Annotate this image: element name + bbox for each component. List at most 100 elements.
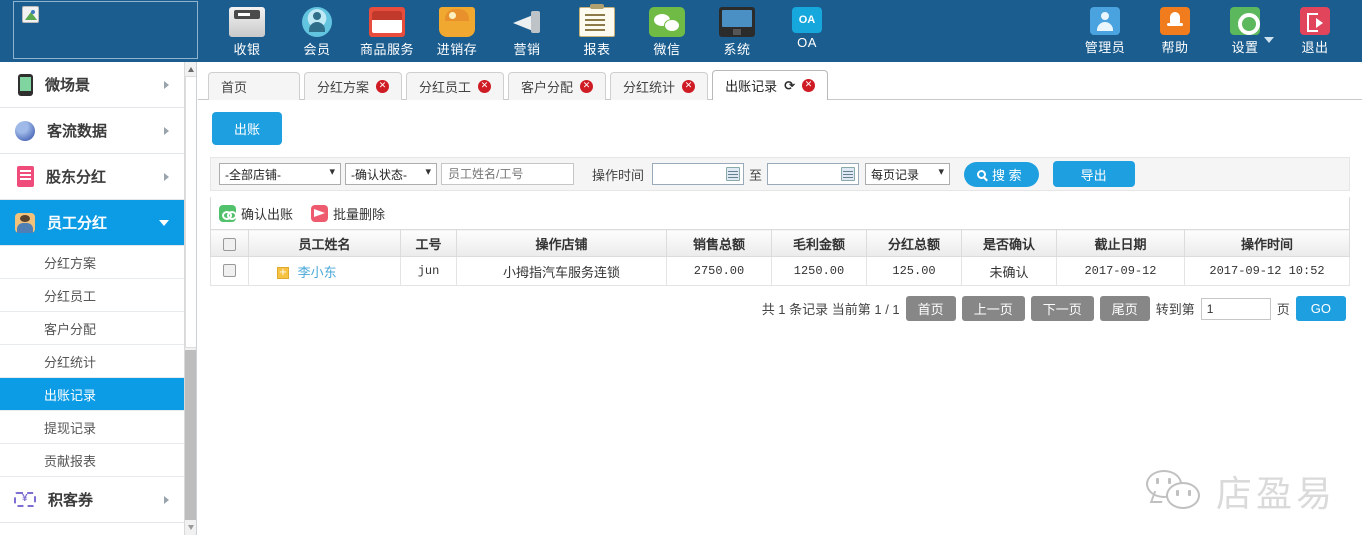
tab-dividend-employee[interactable]: 分红员工 ✕ [406, 72, 505, 100]
date-to-input[interactable] [767, 163, 860, 185]
sidebar-subitem-payout-record[interactable]: 出账记录 [0, 378, 185, 411]
tab-label-dividend-plan: 分红方案 [317, 80, 370, 95]
nav-item-report[interactable]: 报表 [562, 4, 632, 58]
tab-dividend-statistics[interactable]: 分红统计 ✕ [610, 72, 709, 100]
sidebar-sublabel-dividend-statistics: 分红统计 [44, 354, 97, 370]
sidebar-scrollbar[interactable] [184, 62, 196, 535]
sidebar-subitem-dividend-plan[interactable]: 分红方案 [0, 246, 185, 279]
scroll-up-icon[interactable] [185, 62, 196, 76]
nav-label-member: 会员 [303, 42, 331, 57]
confirm-status-select[interactable]: -确认状态- [345, 163, 437, 185]
sidebar-label-micro-scene: 微场景 [45, 77, 91, 94]
nav-item-settings[interactable]: 设置 [1210, 4, 1280, 56]
shop-select[interactable]: -全部店铺- [219, 163, 341, 185]
admin-user-icon [1090, 7, 1120, 35]
nav-label-marketing: 营销 [513, 42, 541, 57]
wechat-dot [1175, 490, 1179, 496]
expand-row-icon[interactable]: + [277, 267, 289, 280]
operation-time-label: 操作时间 [592, 167, 645, 183]
export-button[interactable]: 导出 [1052, 161, 1135, 187]
cell-confirmed: 未确认 [961, 256, 1057, 286]
page-size-select[interactable]: 每页记录 [865, 163, 951, 185]
sidebar-sublabel-payout-record: 出账记录 [44, 387, 97, 403]
tab-dividend-plan[interactable]: 分红方案 ✕ [304, 72, 403, 100]
scrollbar-thumb-upper[interactable] [185, 76, 196, 348]
sidebar-label-coupon: 积客券 [48, 492, 94, 509]
close-icon[interactable]: ✕ [682, 80, 696, 93]
col-gross-profit: 毛利金额 [771, 229, 867, 257]
filter-bar: -全部店铺- -确认状态- 操作时间 至 每页记录 搜 索 [210, 157, 1350, 191]
prev-page-button[interactable]: 上一页 [961, 296, 1025, 321]
last-page-button[interactable]: 尾页 [1099, 296, 1150, 321]
nav-item-system[interactable]: 系统 [702, 4, 772, 58]
nav-item-oa[interactable]: OA OA [772, 4, 842, 50]
sidebar-subitem-contribution-report[interactable]: 贡献报表 [0, 444, 185, 477]
nav-item-member[interactable]: 会员 [282, 4, 352, 58]
wechat-bubble-front [1165, 482, 1200, 509]
select-all-checkbox[interactable] [223, 237, 236, 251]
sidebar-item-micro-scene[interactable]: 微场景 [0, 62, 185, 108]
date-from-input[interactable] [652, 163, 745, 185]
chevron-down-icon[interactable] [1264, 37, 1274, 43]
next-page-button[interactable]: 下一页 [1030, 296, 1094, 321]
nav-item-marketing[interactable]: 营销 [492, 4, 562, 58]
nav-item-logout[interactable]: 退出 [1280, 4, 1350, 56]
tab-label-payout-record: 出账记录 [725, 79, 778, 94]
nav-item-help[interactable]: 帮助 [1140, 4, 1210, 56]
phone-icon [18, 73, 33, 96]
cell-employee-name: + 李小东 [248, 256, 401, 286]
top-navigation-bar: 收银 会员 商品服务 进销存 营销 报表 微信 系统 OA OA 管理员 帮助 … [0, 0, 1362, 62]
nav-item-inventory[interactable]: 进销存 [422, 4, 492, 58]
table-body: + 李小东 jun 小拇指汽车服务连锁 2750.00 1250.00 125.… [210, 256, 1350, 286]
tab-label-dividend-employee: 分红员工 [419, 80, 472, 95]
col-dividend-total: 分红总额 [866, 229, 962, 257]
watermark-text: 店盈易 [1215, 473, 1336, 514]
col-shop: 操作店铺 [456, 229, 667, 257]
close-icon[interactable]: ✕ [376, 80, 390, 93]
employee-name-link[interactable]: 李小东 [298, 265, 337, 280]
page-number-input[interactable] [1200, 297, 1271, 320]
main-content: 出账 -全部店铺- -确认状态- 操作时间 至 每页记录 [198, 100, 1362, 535]
tab-home[interactable]: 首页 [208, 72, 300, 100]
sidebar-scroll-area: 微场景 客流数据 股东分红 员工分红 分红方案 分红员工 客户分配 分红统计 出… [0, 62, 185, 523]
scroll-down-icon[interactable] [185, 521, 196, 535]
go-button[interactable]: GO [1295, 296, 1346, 321]
sidebar-item-coupon[interactable]: 积客券 [0, 477, 185, 523]
sidebar-label-employee-dividend: 员工分红 [47, 215, 108, 232]
close-icon[interactable]: ✕ [801, 79, 815, 92]
row-select-cell [210, 256, 249, 286]
chevron-right-icon [164, 172, 169, 181]
confirm-payout-action[interactable]: 确认出账 [219, 204, 293, 223]
close-icon[interactable]: ✕ [478, 80, 492, 93]
tab-payout-record[interactable]: 出账记录 ⟳ ✕ [712, 70, 828, 100]
sidebar-subitem-dividend-statistics[interactable]: 分红统计 [0, 345, 185, 378]
nav-item-admin[interactable]: 管理员 [1070, 4, 1140, 56]
refresh-icon[interactable]: ⟳ [784, 78, 795, 94]
employee-name-input[interactable] [441, 163, 574, 185]
sidebar-item-shareholder-dividend[interactable]: 股东分红 [0, 154, 185, 200]
scrollbar-thumb[interactable] [185, 350, 196, 520]
nav-label-goods-service: 商品服务 [359, 42, 414, 57]
tab-customer-allocation[interactable]: 客户分配 ✕ [508, 72, 607, 100]
nav-item-goods-service[interactable]: 商品服务 [352, 4, 422, 58]
payout-record-table: 员工姓名 工号 操作店铺 销售总额 毛利金额 分红总额 是否确认 截止日期 操作… [210, 229, 1350, 286]
sidebar-item-employee-dividend[interactable]: 员工分红 [0, 200, 185, 246]
batch-delete-action[interactable]: 批量删除 [311, 204, 385, 223]
wechat-dot [1155, 478, 1159, 484]
nav-item-wechat[interactable]: 微信 [632, 4, 702, 58]
sidebar-subitem-dividend-employee[interactable]: 分红员工 [0, 279, 185, 312]
payout-button[interactable]: 出账 [212, 112, 283, 145]
row-checkbox[interactable] [223, 264, 236, 278]
sidebar-subitem-customer-allocation[interactable]: 客户分配 [0, 312, 185, 345]
first-page-button[interactable]: 首页 [905, 296, 956, 321]
sidebar-item-traffic-data[interactable]: 客流数据 [0, 108, 185, 154]
close-icon[interactable]: ✕ [580, 80, 594, 93]
calendar-icon[interactable] [726, 167, 741, 181]
logo-placeholder [13, 1, 198, 59]
sidebar-subitem-withdraw-record[interactable]: 提现记录 [0, 411, 185, 444]
nav-item-cashier[interactable]: 收银 [212, 4, 282, 58]
table-row[interactable]: + 李小东 jun 小拇指汽车服务连锁 2750.00 1250.00 125.… [210, 256, 1350, 286]
calendar-icon[interactable] [841, 167, 856, 181]
search-button[interactable]: 搜 索 [964, 161, 1039, 187]
pagination: 共 1 条记录 当前第 1 / 1 首页 上一页 下一页 尾页 转到第 页 GO [198, 296, 1346, 321]
